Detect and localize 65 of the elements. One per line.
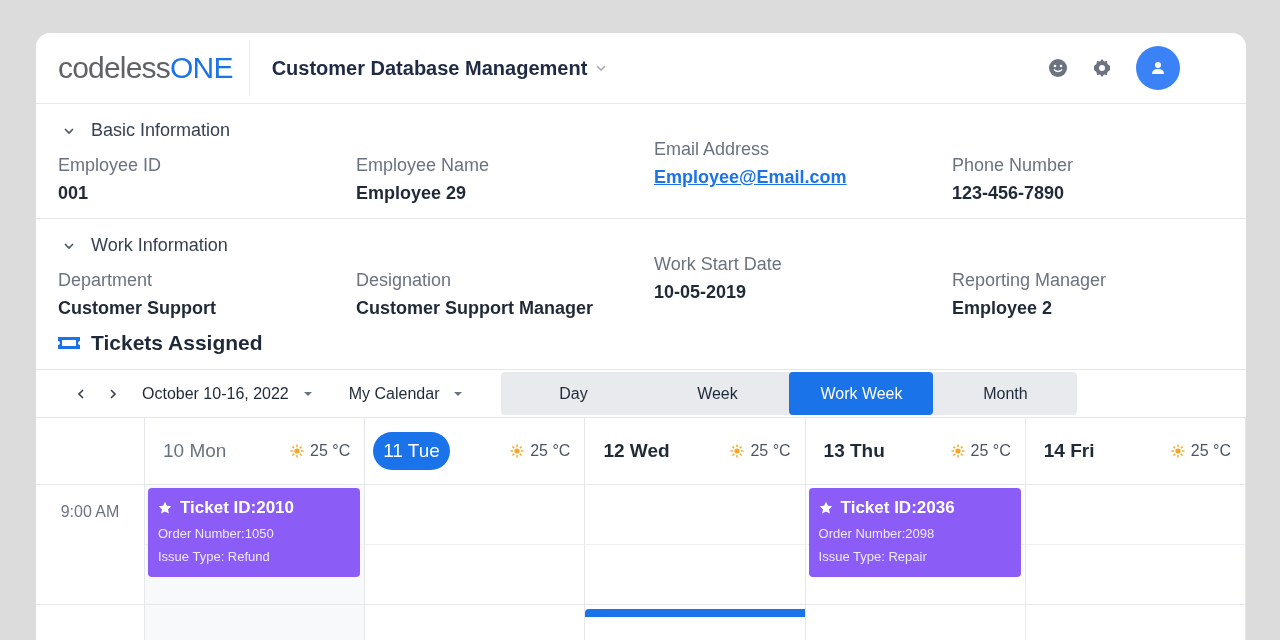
star-icon	[158, 501, 172, 515]
sun-icon	[1170, 444, 1185, 458]
field-label: Email Address	[654, 139, 771, 160]
calendar-cell[interactable]	[365, 485, 586, 605]
field-value: Employee 2	[952, 298, 1054, 319]
event-card[interactable]: Ticket ID:2036 Order Number:2098 Issue Type: Repair	[808, 488, 1021, 577]
email-link[interactable]: Employee@Email.com	[654, 167, 847, 188]
field-label: Work Start Date	[654, 254, 783, 275]
field-label: Designation	[356, 270, 453, 291]
field-label: Reporting Manager	[952, 270, 1108, 291]
ticket-icon	[57, 334, 81, 352]
event-title: Ticket ID:2010	[180, 498, 295, 518]
app-title: Customer Database Management	[271, 56, 588, 80]
calendar-cell[interactable]	[585, 485, 806, 605]
sun-icon	[950, 444, 965, 458]
chevron-right-icon[interactable]	[108, 387, 118, 400]
sun-icon	[510, 444, 525, 458]
day-label[interactable]: 11 Tue	[373, 432, 450, 470]
sun-icon	[290, 444, 304, 458]
view-tab[interactable]: Month	[933, 372, 1078, 415]
view-tab[interactable]: Work Week	[789, 372, 934, 415]
time-label: 9:00 AM	[59, 503, 121, 521]
person-icon	[1151, 61, 1165, 75]
sun-icon	[730, 444, 745, 458]
settings-icon[interactable]	[1092, 58, 1112, 78]
temperature: 25 °C	[530, 442, 571, 460]
field-label: Department	[58, 270, 154, 291]
calendar-cell[interactable]: Ticket ID:2010 Order Number:1050 Issue Type: Refund	[145, 485, 366, 605]
field-value: Customer Support	[58, 298, 217, 319]
field-value: 10-05-2019	[654, 282, 748, 303]
avatar[interactable]	[1136, 46, 1180, 90]
section-heading: Tickets Assigned	[91, 331, 263, 355]
field-value: 123-456-7890	[952, 183, 1066, 204]
calendar-cell[interactable]: Ticket ID:2036 Order Number:2098 Issue Type: Repair	[805, 485, 1026, 605]
event-detail: Issue Type: Repair	[818, 549, 928, 564]
section-title: Basic Information	[91, 120, 231, 141]
calendar-dropdown[interactable]: My Calendar	[346, 380, 466, 407]
section-title: Work Information	[91, 235, 228, 256]
field-value: Customer Support Manager	[356, 298, 595, 319]
event-detail: Issue Type: Refund	[158, 549, 271, 564]
chevron-left-icon[interactable]	[76, 387, 86, 400]
event-card[interactable]: Ticket ID:2010 Order Number:1050 Issue Type: Refund	[148, 488, 361, 577]
view-tab[interactable]: Day	[501, 372, 646, 415]
view-tab[interactable]: Week	[645, 372, 790, 415]
date-range-dropdown[interactable]: October 10-16, 2022	[140, 380, 315, 407]
star-icon	[818, 501, 833, 515]
field-label: Employee ID	[58, 155, 163, 176]
event-detail: Order Number:1050	[158, 526, 275, 541]
day-label[interactable]: 14 Fri	[1033, 432, 1105, 470]
temperature: 25 °C	[1190, 442, 1231, 460]
day-label[interactable]: 13 Thu	[813, 432, 895, 470]
day-label[interactable]: 12 Wed	[593, 432, 680, 470]
temperature: 25 °C	[970, 442, 1011, 460]
event-detail: Order Number:2098	[818, 526, 936, 541]
event-title: Ticket ID:2036	[840, 498, 955, 518]
temperature: 25 °C	[750, 442, 791, 460]
calendar-cell[interactable]	[1025, 485, 1246, 605]
temperature: 25 °C	[310, 442, 351, 460]
field-label: Phone Number	[952, 155, 1075, 176]
field-value: Employee 29	[356, 183, 468, 204]
day-label[interactable]: 10 Mon	[153, 432, 237, 470]
field-label: Employee Name	[356, 155, 491, 176]
field-value: 001	[58, 183, 90, 204]
logo: codelessONE	[36, 40, 250, 96]
smiley-icon[interactable]	[1048, 58, 1068, 78]
